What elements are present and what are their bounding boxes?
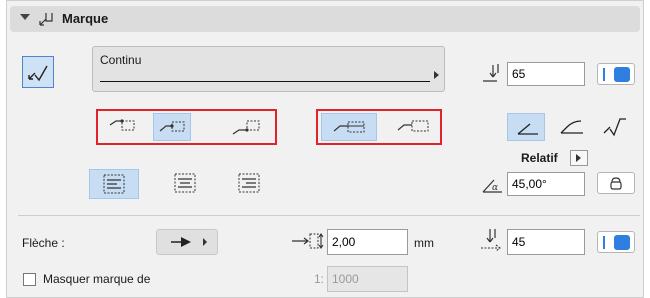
- section-title: Marque: [62, 11, 109, 26]
- align-right-icon: [238, 173, 260, 193]
- angle-icon: α: [482, 179, 502, 193]
- marker-style-arc-button[interactable]: [553, 113, 591, 141]
- marker-size-icon: [483, 64, 499, 82]
- line-type-selector[interactable]: Continu: [92, 46, 445, 92]
- align-center-icon: [174, 173, 196, 193]
- scale-prefix: 1:: [314, 272, 325, 286]
- arrow-head-icon: [171, 237, 207, 247]
- text-offset-input[interactable]: [327, 229, 408, 255]
- frame-horizontal-button[interactable]: [321, 113, 377, 141]
- marker-check-icon: [603, 118, 626, 137]
- anchor-bottom-button[interactable]: [229, 113, 267, 141]
- section-header[interactable]: Marque: [10, 6, 640, 32]
- toggle-knob: [614, 67, 630, 82]
- align-center-button[interactable]: [161, 169, 211, 199]
- align-left-icon: [103, 174, 125, 194]
- marker-type-button[interactable]: [22, 56, 54, 88]
- frame-plain-icon: [397, 120, 429, 132]
- line-type-name: Continu: [100, 53, 142, 67]
- hide-marker-label: Masquer marque de: [43, 272, 151, 286]
- marker-section-icon: [39, 13, 53, 26]
- anchor-bottom-icon: [232, 120, 260, 135]
- toggle-bar: [603, 68, 605, 81]
- hide-scale-input[interactable]: [327, 266, 408, 292]
- anchor-left-button[interactable]: [104, 113, 142, 141]
- pen-toggle[interactable]: [597, 231, 635, 253]
- lock-icon: [610, 177, 622, 190]
- toggle-knob: [614, 235, 630, 250]
- relatif-dropdown-button[interactable]: [570, 150, 588, 166]
- section-divider: [18, 215, 640, 216]
- arrow-label: Flèche :: [22, 236, 65, 250]
- pen-icon: [481, 229, 501, 252]
- text-offset-icon: [292, 233, 324, 249]
- svg-text:α: α: [492, 183, 498, 193]
- dropdown-arrow-icon: [434, 71, 439, 79]
- align-left-button[interactable]: [89, 169, 139, 199]
- marker-size-toggle[interactable]: [597, 63, 635, 85]
- anchor-middle-button[interactable]: [153, 113, 191, 141]
- dropdown-arrow-icon: [576, 154, 581, 162]
- marker-style-straight-button[interactable]: [507, 113, 545, 141]
- anchor-left-icon: [109, 119, 135, 131]
- collapse-triangle-icon[interactable]: [20, 14, 30, 20]
- relatif-label: Relatif: [521, 151, 558, 165]
- pen-value-input[interactable]: [507, 229, 585, 255]
- offset-unit: mm: [414, 236, 434, 250]
- align-right-button[interactable]: [225, 169, 275, 199]
- frame-plain-button[interactable]: [392, 113, 438, 141]
- anchor-middle-icon: [159, 121, 185, 132]
- marker-size-input[interactable]: [507, 62, 585, 86]
- frame-horizontal-icon: [333, 121, 365, 133]
- marker-straight-icon: [517, 123, 538, 135]
- arrow-type-selector[interactable]: [156, 229, 218, 255]
- marker-arc-icon: [560, 120, 583, 134]
- marker-style-check-button[interactable]: [596, 113, 634, 141]
- line-preview: [100, 81, 430, 82]
- toggle-bar: [603, 236, 605, 249]
- checkmark-marker-icon: [28, 65, 48, 82]
- angle-input[interactable]: [507, 172, 585, 196]
- angle-lock-button[interactable]: [597, 172, 635, 194]
- hide-marker-checkbox[interactable]: [23, 273, 36, 286]
